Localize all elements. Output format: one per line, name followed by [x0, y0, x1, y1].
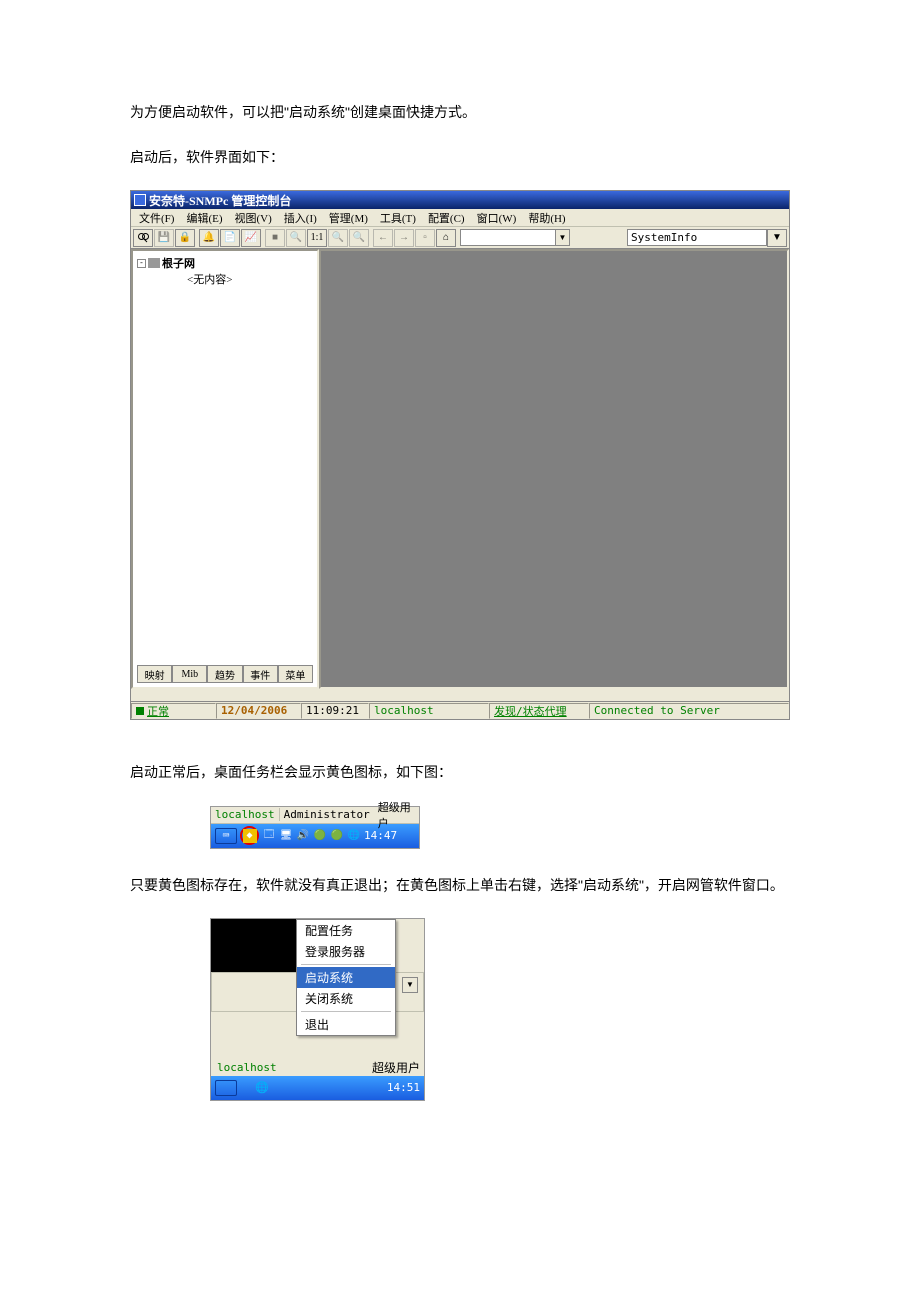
home-button[interactable]: ⌂ [436, 229, 456, 247]
menu-help[interactable]: 帮助(H) [524, 210, 569, 226]
menu-edit[interactable]: 编辑(E) [182, 210, 226, 226]
back-button[interactable]: ← [373, 229, 393, 247]
tray-icon[interactable]: 🖥 [279, 829, 293, 843]
save-button[interactable]: 💾 [154, 229, 174, 247]
tab-trend[interactable]: 趋势 [207, 665, 242, 683]
status-conn: Connected to Server [589, 703, 789, 719]
report-button[interactable]: 📄 [220, 229, 240, 247]
menu-config[interactable]: 配置(C) [424, 210, 469, 226]
map-canvas[interactable] [319, 249, 789, 689]
tray-host: localhost [211, 808, 279, 821]
zoom-out-button[interactable]: 🔍 [349, 229, 369, 247]
app-icon [134, 194, 146, 206]
paragraph: 启动正常后，桌面任务栏会显示黄色图标，如下图： [130, 760, 790, 785]
menu-view[interactable]: 视图(V) [231, 210, 276, 226]
snmpc-tray-icon[interactable]: ◆ [243, 829, 257, 843]
highlight-circle: ◆ [240, 826, 259, 845]
up-button[interactable]: ▫ [415, 229, 435, 247]
menu-manage[interactable]: 管理(M) [325, 210, 372, 226]
tray-role: 超级用户 [368, 1059, 424, 1076]
systeminfo-combo[interactable]: SystemInfo ▼ [627, 229, 787, 247]
network-icon [148, 258, 160, 268]
context-menu-screenshot: ▼ 配置任务 登录服务器 启动系统 关闭系统 退出 localhost 超级用户… [210, 918, 425, 1101]
tree-empty-label: <无内容> [187, 271, 313, 287]
tree-root-node[interactable]: - 根子网 [137, 255, 313, 271]
tray-time: 14:47 [364, 829, 397, 842]
dropdown-icon[interactable]: ▼ [767, 229, 787, 247]
tray-context-menu: 配置任务 登录服务器 启动系统 关闭系统 退出 [296, 919, 396, 1036]
paragraph: 只要黄色图标存在，软件就没有真正退出；在黄色图标上单击右键，选择"启动系统"，开… [130, 873, 790, 898]
paragraph: 启动后，软件界面如下： [130, 145, 790, 170]
menubar: 文件(F) 编辑(E) 视图(V) 插入(I) 管理(M) 工具(T) 配置(C… [131, 209, 789, 227]
windows-taskbar: 🌐 14:51 [211, 1076, 424, 1100]
address-combo[interactable]: ▼ [460, 229, 570, 246]
bell-button[interactable]: 🔔 [199, 229, 219, 247]
ratio-button[interactable]: 1:1 [307, 229, 327, 247]
tray-icon[interactable]: 🔊 [296, 829, 310, 843]
zoom-in-button[interactable]: 🔍 [328, 229, 348, 247]
menu-item-stop-system[interactable]: 关闭系统 [297, 988, 395, 1009]
menu-window[interactable]: 窗口(W) [473, 210, 521, 226]
tab-event[interactable]: 事件 [243, 665, 278, 683]
menu-item-exit[interactable]: 退出 [297, 1014, 395, 1035]
tray-host: localhost [211, 1061, 283, 1074]
tray-user: Administrator [279, 808, 374, 821]
ime-icon[interactable]: ⌨ [215, 828, 237, 844]
menu-insert[interactable]: 插入(I) [280, 210, 321, 226]
tray-icon[interactable]: 🟢 [330, 829, 344, 843]
systeminfo-value: SystemInfo [627, 229, 767, 246]
titlebar[interactable]: 安奈特-SNMPc 管理控制台 [131, 191, 789, 209]
status-date: 12/04/2006 [216, 703, 301, 719]
menu-item-config-task[interactable]: 配置任务 [297, 920, 395, 941]
tree-root-label: 根子网 [162, 255, 195, 271]
menu-item-login-server[interactable]: 登录服务器 [297, 941, 395, 962]
ime-icon[interactable] [215, 1080, 237, 1096]
tray-time: 14:51 [387, 1081, 420, 1094]
menu-file[interactable]: 文件(F) [135, 210, 178, 226]
zoom-button[interactable]: 🔍 [286, 229, 306, 247]
paragraph: 为方便启动软件，可以把"启动系统"创建桌面快捷方式。 [130, 100, 790, 125]
lock-button[interactable]: 🔒 [175, 229, 195, 247]
tray-icon[interactable]: 🟢 [313, 829, 327, 843]
tree-pane: - 根子网 <无内容> 映射 Mib 趋势 事件 菜单 [131, 249, 319, 689]
menu-separator [301, 1011, 391, 1012]
background-region [211, 919, 296, 972]
taskbar-screenshot: localhost Administrator 超级用户 ⌨ ◆ 🗔 🖥 🔊 🟢… [210, 806, 420, 849]
toolbar: 💾 🔒 🔔 📄 📈 ■ 🔍 1:1 🔍 🔍 ← → ▫ ⌂ ▼ SystemIn… [131, 227, 789, 249]
stop-button[interactable]: ■ [265, 229, 285, 247]
forward-button[interactable]: → [394, 229, 414, 247]
menu-tools[interactable]: 工具(T) [376, 210, 420, 226]
tab-map[interactable]: 映射 [137, 665, 172, 683]
tray-icon[interactable]: 🌐 [255, 1081, 269, 1094]
window-title: 安奈特-SNMPc 管理控制台 [149, 192, 291, 209]
collapse-icon[interactable]: - [137, 259, 146, 268]
status-agent: 发现/状态代理 [489, 703, 589, 719]
tray-icon[interactable]: 🌐 [347, 829, 361, 843]
tab-menu[interactable]: 菜单 [278, 665, 313, 683]
menu-separator [301, 964, 391, 965]
dropdown-icon[interactable]: ▼ [402, 977, 418, 993]
statusbar: 正常 12/04/2006 11:09:21 localhost 发现/状态代理… [131, 701, 789, 719]
snmpc-console-window: 安奈特-SNMPc 管理控制台 文件(F) 编辑(E) 视图(V) 插入(I) … [130, 190, 790, 720]
tab-mib[interactable]: Mib [172, 665, 207, 683]
menu-item-start-system[interactable]: 启动系统 [297, 967, 395, 988]
status-normal: 正常 [131, 703, 216, 719]
chart-button[interactable]: 📈 [241, 229, 261, 247]
find-button[interactable] [133, 229, 153, 247]
tray-icon[interactable]: 🗔 [262, 829, 276, 843]
tray-role: 超级用户 [374, 799, 419, 831]
status-time: 11:09:21 [301, 703, 369, 719]
status-host: localhost [369, 703, 489, 719]
